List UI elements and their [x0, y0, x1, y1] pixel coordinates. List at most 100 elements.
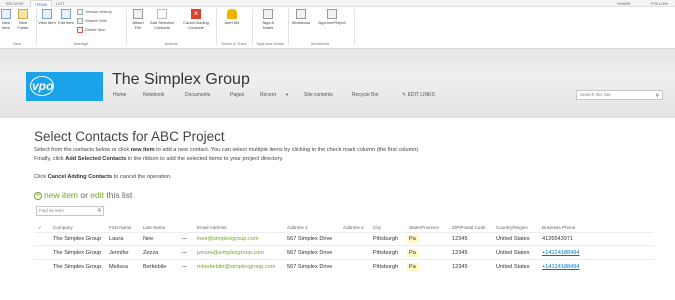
table-cell-phone-link[interactable]: +14124188494	[542, 250, 580, 256]
item-menu-button[interactable]: ...	[182, 249, 187, 255]
table-cell-state: Pa	[409, 250, 416, 256]
search-icon[interactable]: ⚲	[97, 207, 101, 215]
new-folder-button[interactable]: New Folder	[14, 9, 32, 30]
table-cell-email-link[interactable]: mberkebile@simplexgroup.com	[197, 264, 275, 270]
new-item-label: New Item	[1, 20, 10, 30]
header-divider	[34, 232, 654, 233]
cancel-adding-contacts-button[interactable]: × Cancel Adding Contacts	[180, 9, 212, 30]
item-menu-button[interactable]: ...	[182, 263, 187, 269]
table-cell-zip: 12345	[452, 264, 468, 270]
follow-link[interactable]: FOLLOW	[651, 0, 668, 7]
column-header-last-name[interactable]: Last Name	[143, 225, 165, 230]
delete-icon	[77, 27, 83, 33]
tab-browse[interactable]: BROWSE	[2, 0, 28, 7]
text: or	[78, 190, 91, 200]
tags-notes-button[interactable]: Tags & Notes	[258, 9, 278, 30]
chevron-down-icon[interactable]: ▼	[285, 92, 289, 97]
table-cell-company: The Simplex Group	[53, 236, 102, 242]
instructions-line-2: Finally, click Add Selected Contacts in …	[34, 156, 283, 162]
text-bold: Cancel Adding Contacts	[47, 174, 113, 180]
attach-file-button[interactable]: Attach File	[130, 9, 146, 30]
edit-item-icon	[61, 9, 71, 19]
nav-site-contents[interactable]: Site contents	[304, 92, 333, 98]
table-cell-country: United States	[496, 236, 530, 242]
text-bold: Add Selected Contacts	[65, 156, 127, 162]
table-cell-company: The Simplex Group	[53, 250, 102, 256]
edit-item-button[interactable]: Edit Item	[58, 9, 74, 25]
column-header-email[interactable]: Email Address	[197, 225, 226, 230]
search-input[interactable]: Search this site ⚲	[576, 90, 663, 100]
table-cell-address: 567 Simplex Drive	[287, 264, 333, 270]
table-cell-country: United States	[496, 250, 530, 256]
approve-icon	[327, 9, 337, 19]
site-title[interactable]: The Simplex Group	[112, 71, 250, 89]
shared-with-button[interactable]: Shared With	[77, 18, 107, 24]
column-header-first-name[interactable]: First Name	[109, 225, 131, 230]
version-history-label: Version History	[85, 9, 112, 15]
table-cell-country: United States	[496, 264, 530, 270]
column-header-address-2[interactable]: Address 2	[343, 225, 364, 230]
table-cell-email-link[interactable]: jzezza@simplexgroup.com	[197, 250, 264, 256]
new-item-button[interactable]: New Item	[0, 9, 12, 30]
ribbon-divider	[354, 9, 355, 45]
search-placeholder: Search this site	[580, 92, 611, 97]
new-item-icon	[1, 9, 11, 19]
ribbon-divider	[252, 9, 253, 45]
new-item-link[interactable]: new item	[44, 190, 78, 200]
shared-with-label: Shared With	[85, 18, 108, 24]
workflow-icon	[296, 9, 306, 19]
new-item-bar: + new item or edit this list	[34, 190, 132, 200]
nav-home[interactable]: Home	[113, 92, 126, 98]
approve-reject-button[interactable]: Approve/Reject	[314, 9, 350, 25]
table-cell-address: 567 Simplex Drive	[287, 236, 333, 242]
add-contacts-icon	[157, 9, 167, 19]
table-cell-city: Pittsburgh	[373, 236, 399, 242]
search-icon[interactable]: ⚲	[655, 92, 659, 100]
attach-file-label: Attach File	[132, 20, 144, 30]
select-all-checkmark-icon[interactable]: ✓	[38, 225, 42, 231]
column-header-state[interactable]: State/Province	[409, 225, 439, 230]
table-cell-email-link[interactable]: lnee@simplexgroup.com	[197, 236, 259, 242]
column-header-country[interactable]: Country/Region	[496, 225, 528, 230]
new-folder-label: New Folder	[17, 20, 29, 30]
plus-circle-icon[interactable]: +	[34, 192, 42, 200]
table-cell-zip: 12345	[452, 236, 468, 242]
edit-links-button[interactable]: ✎ EDIT LINKS	[402, 92, 435, 98]
table-cell-city: Pittsburgh	[373, 250, 399, 256]
text: to cancel the operation.	[112, 174, 172, 180]
text: Finally, click	[34, 156, 66, 162]
tab-list[interactable]: LIST	[52, 0, 68, 7]
site-logo[interactable]: vpo	[26, 72, 103, 101]
share-link[interactable]: SHARE	[617, 0, 631, 7]
nav-documents[interactable]: Documents	[185, 92, 210, 98]
logo-text: vpo	[32, 79, 54, 93]
nav-recycle-bin[interactable]: Recycle Bin	[352, 92, 378, 98]
alert-me-button[interactable]: Alert Me	[222, 9, 242, 25]
column-header-address-1[interactable]: Address 1	[287, 225, 308, 230]
column-header-business-phone[interactable]: Business Phone	[542, 225, 575, 230]
edit-list-link[interactable]: edit	[90, 190, 104, 200]
view-item-button[interactable]: View Item	[38, 9, 56, 25]
delete-item-button[interactable]: Delete Item	[77, 27, 105, 33]
edit-item-label: Edit Item	[58, 20, 74, 25]
nav-recent[interactable]: Recent	[260, 92, 276, 98]
column-header-city[interactable]: City	[373, 225, 381, 230]
item-menu-button[interactable]: ...	[182, 235, 187, 241]
add-selected-contacts-button[interactable]: Add Selected Contacts	[148, 9, 176, 30]
workflows-button[interactable]: Workflows	[290, 9, 312, 25]
table-cell-address: 567 Simplex Drive	[287, 250, 333, 256]
nav-notebook[interactable]: Notebook	[143, 92, 164, 98]
version-history-button[interactable]: Version History	[77, 9, 112, 15]
tab-items[interactable]: ITEMS	[30, 0, 53, 7]
table-cell-last-name: Zezza	[143, 250, 159, 256]
table-cell-phone-link[interactable]: +14124188494	[542, 264, 580, 270]
column-header-company[interactable]: Company	[53, 225, 73, 230]
nav-pages[interactable]: Pages	[230, 92, 244, 98]
find-item-input[interactable]: Find an item ⚲	[36, 206, 104, 216]
tag-icon	[263, 9, 273, 19]
group-label-workflows: Workflows	[310, 41, 330, 46]
table-cell-last-name: Nee	[143, 236, 154, 242]
text: Click	[34, 174, 48, 180]
table-cell-company: The Simplex Group	[53, 264, 102, 270]
column-header-zip[interactable]: ZIP/Postal Code	[452, 225, 485, 230]
